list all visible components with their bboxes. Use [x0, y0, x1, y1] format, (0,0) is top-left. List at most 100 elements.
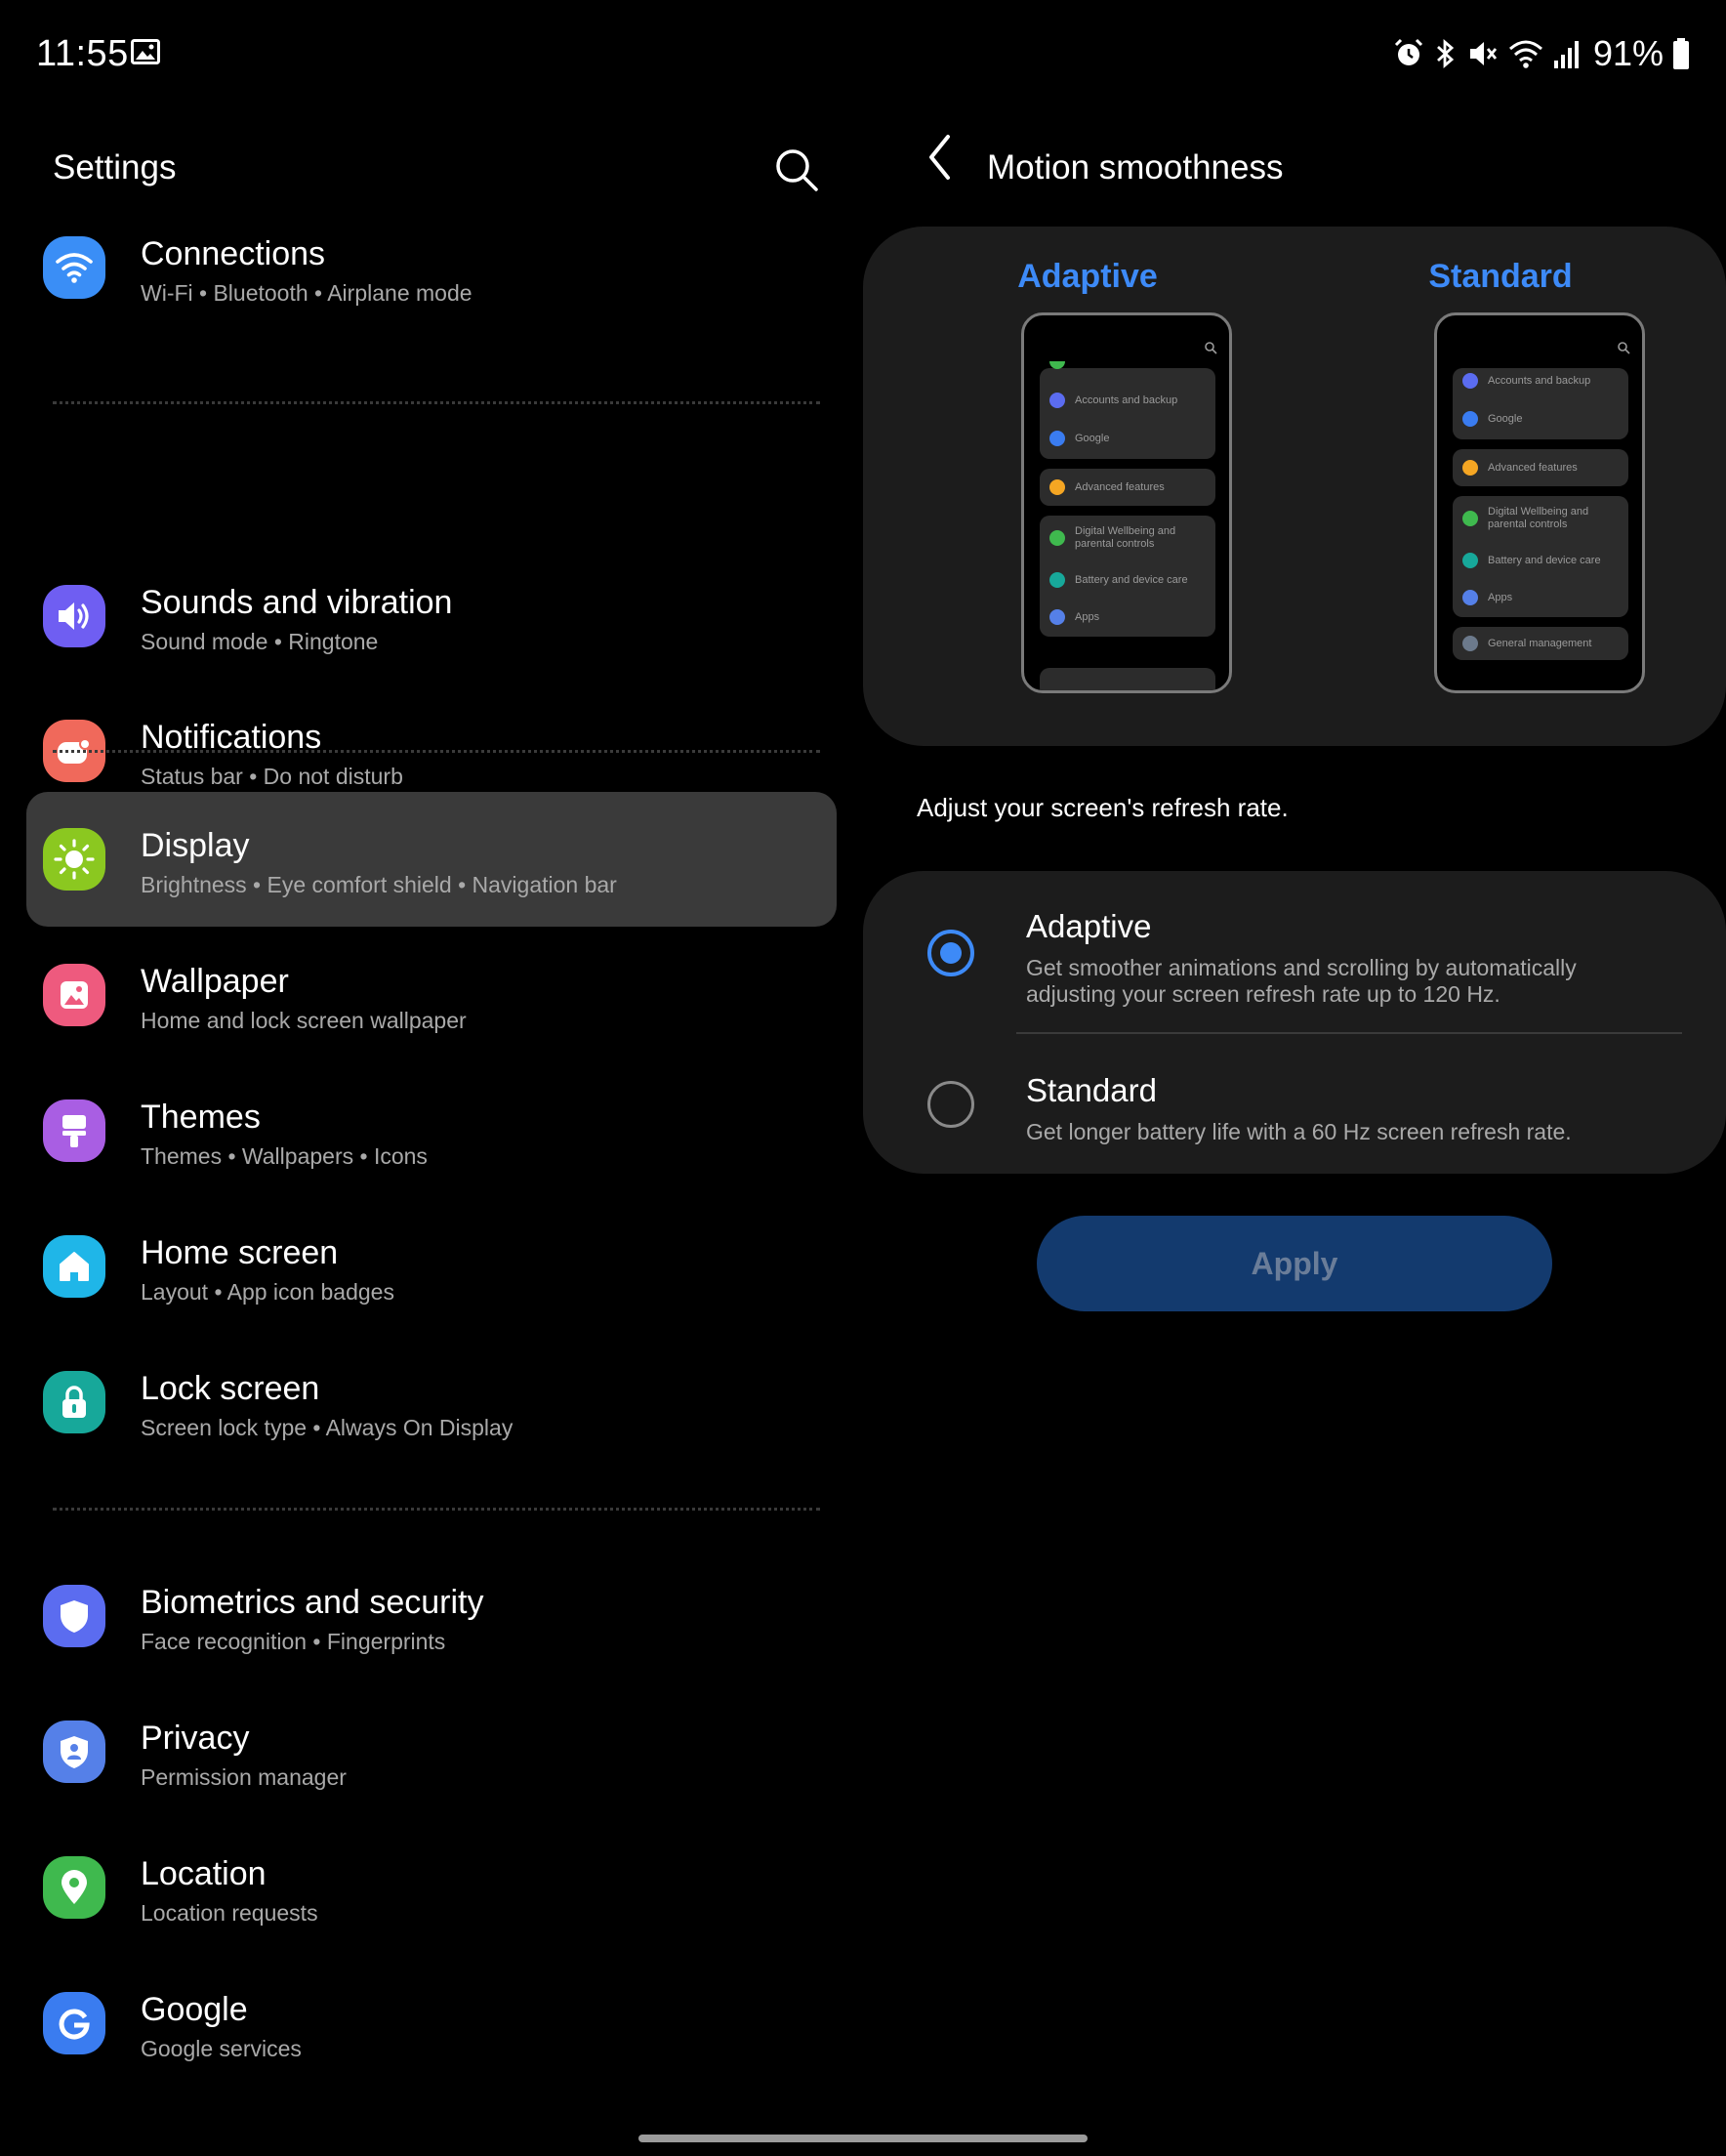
search-icon[interactable]: [769, 143, 824, 197]
motion-smoothness-pane: Motion smoothness Adaptive Accounts and …: [863, 107, 1726, 2156]
wellbeing-icon: [1462, 511, 1478, 526]
settings-item-sounds[interactable]: Sounds and vibration Sound mode • Ringto…: [26, 549, 837, 684]
status-bar: 11:55 91%: [0, 0, 1726, 107]
gallery-icon: [131, 39, 160, 64]
speaker-icon: [43, 585, 105, 647]
section-divider: [53, 401, 820, 404]
mini-group: [1040, 668, 1215, 690]
page-title: Settings: [53, 148, 177, 187]
mini-row: Accounts and backup: [1462, 371, 1590, 391]
settings-item-biometrics[interactable]: Biometrics and security Face recognition…: [26, 1549, 837, 1683]
setting-title: Connections: [141, 235, 326, 272]
setting-title: Location: [141, 1855, 267, 1892]
general-management-icon: [1462, 636, 1478, 651]
mini-row-label: Advanced features: [1488, 461, 1578, 474]
refresh-rate-options: Adaptive Get smoother animations and scr…: [863, 871, 1726, 1174]
mini-group: Advanced features: [1040, 469, 1215, 506]
mini-row: Apps: [1462, 588, 1512, 607]
setting-title: Display: [141, 827, 250, 864]
mini-row-label: Battery and device care: [1488, 554, 1601, 566]
mini-row: Digital Wellbeing and parental controls: [1049, 523, 1202, 553]
setting-subtitle: Brightness • Eye comfort shield • Naviga…: [141, 872, 617, 897]
back-icon[interactable]: [916, 127, 966, 187]
setting-subtitle: Layout • App icon badges: [141, 1279, 394, 1305]
gear-icon: [1049, 479, 1065, 495]
option-adaptive[interactable]: Adaptive Get smoother animations and scr…: [863, 871, 1726, 1035]
setting-subtitle: Sound mode • Ringtone: [141, 629, 379, 654]
page-title: Motion smoothness: [987, 148, 1284, 187]
option-description: Get smoother animations and scrolling by…: [1026, 955, 1577, 1007]
settings-item-lock-screen[interactable]: Lock screen Screen lock type • Always On…: [26, 1335, 837, 1470]
privacy-icon: [43, 1721, 105, 1783]
option-title: Adaptive: [1026, 908, 1152, 944]
refresh-rate-description: Adjust your screen's refresh rate.: [917, 793, 1289, 822]
settings-item-themes[interactable]: Themes Themes • Wallpapers • Icons: [26, 1063, 837, 1198]
google-icon: [1049, 431, 1065, 446]
mini-row: Google: [1462, 409, 1522, 429]
section-divider: [53, 750, 820, 753]
bluetooth-icon: [1436, 38, 1455, 69]
apps-icon: [1049, 609, 1065, 625]
home-icon: [43, 1235, 105, 1298]
battery-icon: [1673, 38, 1689, 69]
mini-row-label: Accounts and backup: [1488, 374, 1591, 387]
section-divider: [53, 1508, 820, 1511]
mini-row-label: Digital Wellbeing and parental controls: [1488, 506, 1589, 530]
mini-group: Digital Wellbeing and parental controls …: [1040, 516, 1215, 637]
setting-subtitle: Wi-Fi • Bluetooth • Airplane mode: [141, 280, 473, 306]
setting-subtitle: Themes • Wallpapers • Icons: [141, 1143, 428, 1169]
setting-title: Themes: [141, 1099, 261, 1136]
option-standard[interactable]: Standard Get longer battery life with a …: [863, 1035, 1726, 1174]
radio-adaptive[interactable]: [927, 930, 974, 976]
mini-group: Accounts and backup Google: [1040, 361, 1215, 459]
mini-row: Advanced features: [1462, 458, 1578, 477]
radio-standard[interactable]: [927, 1081, 974, 1128]
option-title: Standard: [1026, 1072, 1157, 1108]
mini-row-label: Battery and device care: [1075, 573, 1188, 586]
setting-subtitle: Status bar • Do not disturb: [141, 764, 403, 789]
sun-icon: [43, 828, 105, 891]
settings-item-location[interactable]: Location Location requests: [26, 1820, 837, 1955]
battery-percent: 91%: [1592, 33, 1664, 73]
setting-title: Google: [141, 1991, 248, 2028]
settings-item-display[interactable]: Display Brightness • Eye comfort shield …: [26, 792, 837, 927]
phone-mockup: Accounts and backup Google Advanced feat…: [1021, 312, 1232, 693]
mute-icon: [1469, 42, 1498, 65]
battery-care-icon: [1049, 572, 1065, 588]
home-indicator[interactable]: [638, 2135, 1088, 2142]
preview-label-standard: Standard: [1428, 258, 1573, 295]
settings-item-home-screen[interactable]: Home screen Layout • App icon badges: [26, 1199, 837, 1334]
option-description: Get longer battery life with a 60 Hz scr…: [1026, 1119, 1572, 1144]
settings-header: Settings: [53, 129, 834, 207]
setting-title: Home screen: [141, 1234, 339, 1271]
mini-row-label: General management: [1488, 637, 1592, 649]
shield-icon: [43, 1585, 105, 1647]
google-icon: [43, 1992, 105, 2054]
settings-item-connections[interactable]: Connections Wi-Fi • Bluetooth • Airplane…: [26, 200, 837, 335]
search-icon: [1205, 342, 1217, 354]
settings-item-wallpaper[interactable]: Wallpaper Home and lock screen wallpaper: [26, 928, 837, 1062]
settings-pane: Settings Connections Wi-Fi • Bluetooth •…: [0, 107, 863, 2156]
apps-icon: [1462, 590, 1478, 605]
setting-subtitle: Face recognition • Fingerprints: [141, 1629, 446, 1654]
mini-row-label: Google: [1488, 412, 1523, 425]
setting-title: Sounds and vibration: [141, 584, 453, 621]
mini-row-label: Apps: [1075, 610, 1100, 623]
settings-item-privacy[interactable]: Privacy Permission manager: [26, 1684, 837, 1819]
mini-row: Battery and device care: [1462, 551, 1601, 570]
alarm-icon: [1394, 38, 1422, 65]
search-icon: [1618, 342, 1630, 354]
mini-row-label: Apps: [1488, 591, 1513, 603]
preview-label-adaptive: Adaptive: [1017, 258, 1158, 295]
setting-subtitle: Home and lock screen wallpaper: [141, 1008, 467, 1033]
setting-subtitle: Screen lock type • Always On Display: [141, 1415, 514, 1440]
mini-row: Google: [1049, 429, 1109, 448]
apply-button[interactable]: Apply: [1037, 1216, 1552, 1311]
setting-subtitle: Location requests: [141, 1900, 318, 1926]
mini-row-label: Accounts and backup: [1075, 394, 1178, 406]
mini-group: Advanced features: [1453, 449, 1628, 486]
mini-row-label: Advanced features: [1075, 480, 1165, 493]
preview-card: Adaptive Accounts and backup Google Adva…: [863, 227, 1726, 746]
settings-item-google[interactable]: Google Google services: [26, 1956, 837, 2091]
gear-icon: [1462, 460, 1478, 476]
